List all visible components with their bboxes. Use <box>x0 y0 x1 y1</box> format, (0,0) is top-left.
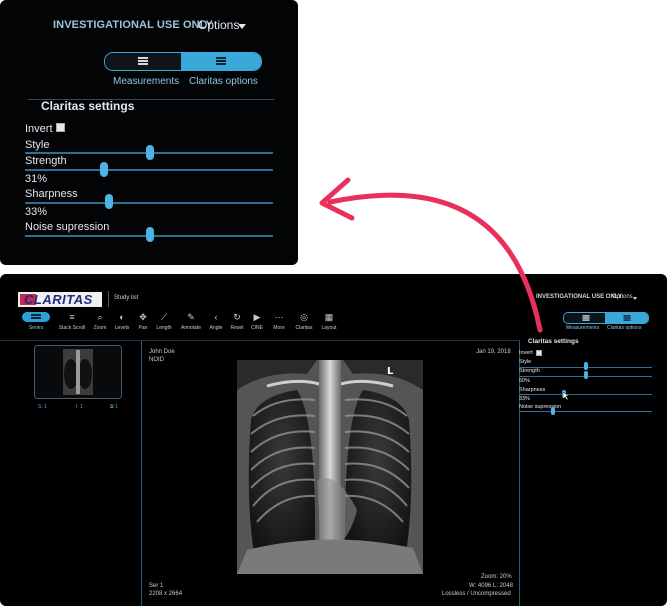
zoom-level: Zoom: 20% <box>481 574 512 580</box>
reset-icon: ↻ <box>233 312 241 322</box>
claritas-settings-pane <box>519 340 667 606</box>
instance-number: I: 1 <box>76 404 83 410</box>
thumbnail-xray-image <box>63 349 93 395</box>
compression-info: Lossless / Uncompressed <box>442 591 511 597</box>
strength-value: 50% <box>519 378 531 384</box>
search-icon: ⌕ <box>97 312 103 322</box>
study-list-link[interactable]: Study list <box>114 295 138 301</box>
levels-icon: ◐ <box>119 312 125 322</box>
settings-title: Claritas settings <box>41 99 135 113</box>
svg-text:L: L <box>387 366 394 377</box>
invert-checkbox[interactable] <box>536 350 542 356</box>
investigational-notice: INVESTIGATIONAL USE ONLY <box>53 19 213 31</box>
series-info: Ser 1 <box>149 583 164 589</box>
tab-claritas-options-label: Claritas options <box>607 325 642 331</box>
stack-scroll-tool[interactable]: ≡ Stack Scroll <box>58 312 86 334</box>
levels-tool[interactable]: ◐ Levels <box>112 312 132 334</box>
image-dimensions: 2208 x 2664 <box>149 591 183 597</box>
noise-slider-handle[interactable] <box>551 407 555 415</box>
style-slider-handle[interactable] <box>584 362 588 370</box>
series-thumbnail[interactable] <box>34 345 122 399</box>
series-label: Series <box>28 325 44 331</box>
tab-measurements-label: Measurements <box>113 76 180 87</box>
noise-label: Noise supression <box>25 221 110 233</box>
invert-label: Invert <box>519 350 533 356</box>
list-icon <box>582 315 590 321</box>
strength-slider-handle[interactable] <box>584 371 588 379</box>
list-icon <box>138 57 148 65</box>
more-icon: ⋯ <box>274 312 284 322</box>
layout-icon: ▦ <box>324 312 334 322</box>
sharpness-label: Sharpness <box>25 188 78 200</box>
tab-measurements[interactable] <box>564 313 605 323</box>
style-label: Style <box>25 139 50 151</box>
claritas-tool[interactable]: ◎ Claritas <box>292 312 316 334</box>
cine-icon: ▶ <box>253 312 261 322</box>
strength-label: Strength <box>25 155 67 167</box>
options-menu[interactable]: Options <box>612 294 633 300</box>
tab-claritas-options[interactable] <box>605 313 648 323</box>
zoom-tool[interactable]: ⌕ Zoom <box>90 312 110 334</box>
list-icon <box>623 315 631 321</box>
sharpness-value: 33% <box>519 396 531 402</box>
pan-icon: ✥ <box>139 312 147 322</box>
logo-text: CLARITAS <box>24 292 93 307</box>
window-level: W: 4096 L: 2048 <box>469 583 513 589</box>
invert-label: Invert <box>25 123 53 135</box>
options-menu[interactable]: Options <box>198 18 239 32</box>
pan-tool[interactable]: ✥ Pan <box>134 312 152 334</box>
sharpness-slider-track[interactable] <box>519 394 652 395</box>
reset-tool[interactable]: ↻ Reset <box>227 312 247 334</box>
settings-title: Claritas settings <box>528 338 579 345</box>
angle-tool[interactable]: ‹ Angle <box>206 312 226 334</box>
length-tool[interactable]: ⟋ Length <box>154 312 174 334</box>
chest-xray-image: L <box>237 360 423 574</box>
tab-measurements[interactable] <box>105 53 181 70</box>
noise-slider-handle[interactable] <box>146 227 154 242</box>
style-label: Style <box>519 359 532 365</box>
sharpness-label: Sharpness <box>519 387 546 393</box>
series-button[interactable] <box>22 312 50 322</box>
grid-icon <box>31 314 41 322</box>
study-date: Jan 19, 2018 <box>476 349 511 355</box>
patient-id: NOID <box>149 357 164 363</box>
image-count: ⧉ 1 <box>110 404 118 410</box>
panel-tab-switch <box>104 52 262 71</box>
series-number: S: 1 <box>38 404 47 410</box>
stack-scroll-icon: ≡ <box>69 312 75 322</box>
zoomed-settings-panel: INVESTIGATIONAL USE ONLY Options Measure… <box>0 0 298 265</box>
sharpness-slider-handle[interactable] <box>105 194 113 209</box>
strength-slider-track[interactable] <box>25 169 273 171</box>
invert-checkbox[interactable] <box>56 123 65 132</box>
strength-value: 31% <box>25 173 48 185</box>
tab-claritas-options[interactable] <box>181 53 261 70</box>
strength-slider-handle[interactable] <box>100 162 108 177</box>
more-tool[interactable]: ⋯ More <box>268 312 290 334</box>
chevron-down-icon <box>238 24 246 29</box>
tab-claritas-options-label: Claritas options <box>189 76 258 87</box>
cine-tool[interactable]: ▶ CINE <box>248 312 266 334</box>
sharpness-value: 33% <box>25 206 48 218</box>
mouse-cursor-icon <box>562 391 570 401</box>
sharpness-slider-track[interactable] <box>25 202 273 204</box>
panel-tab-switch <box>563 312 649 324</box>
tab-measurements-label: Measurements <box>566 325 600 331</box>
noise-slider-track[interactable] <box>519 411 652 412</box>
claritas-logo: CLARITAS <box>18 292 102 307</box>
claritas-icon: ◎ <box>300 312 308 322</box>
list-icon <box>216 57 226 65</box>
layout-tool[interactable]: ▦ Layout <box>318 312 340 334</box>
patient-name: John Doe <box>149 349 175 355</box>
chevron-down-icon <box>633 297 637 300</box>
investigational-notice: INVESTIGATIONAL USE ONLY <box>536 294 622 300</box>
strength-label: Strength <box>519 368 540 374</box>
annotate-icon: ✎ <box>187 312 195 322</box>
viewer-app-window: CLARITAS Study list INVESTIGATIONAL USE … <box>0 274 667 606</box>
divider <box>108 291 109 307</box>
style-slider-handle[interactable] <box>146 145 154 160</box>
annotate-tool[interactable]: ✎ Annotate <box>178 312 204 334</box>
angle-icon: ‹ <box>214 312 218 322</box>
ruler-icon: ⟋ <box>160 312 168 322</box>
